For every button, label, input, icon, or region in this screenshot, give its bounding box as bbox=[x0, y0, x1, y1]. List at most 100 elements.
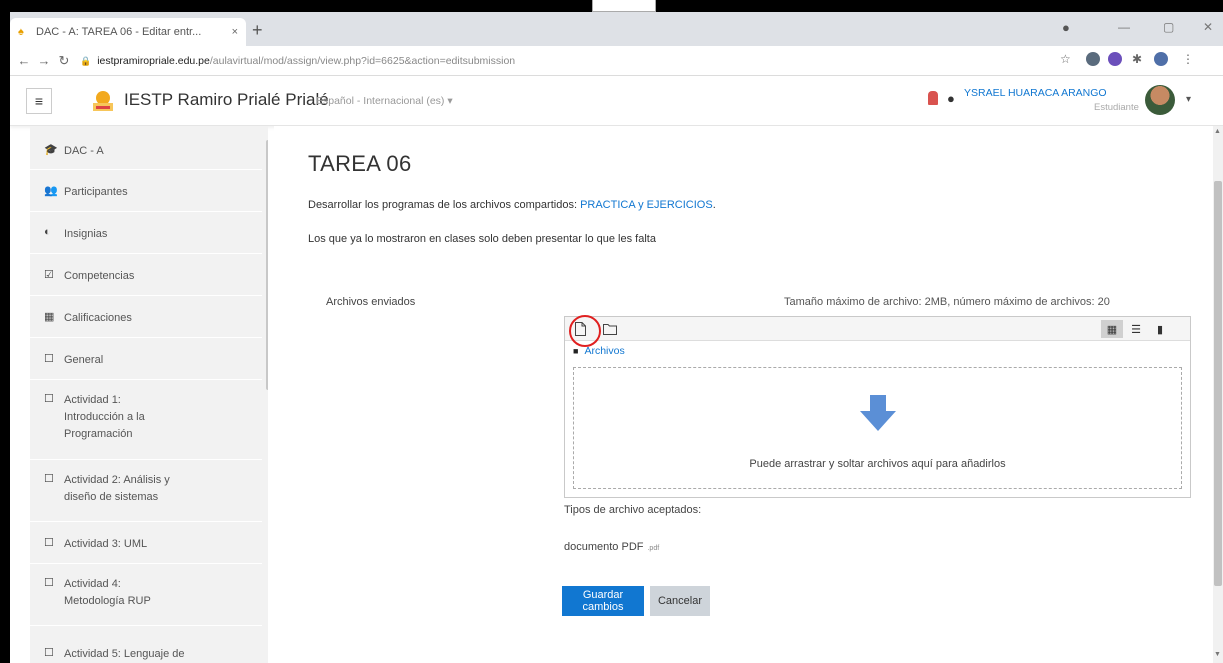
folder-icon: ☐ bbox=[44, 577, 54, 589]
tab-close-icon[interactable]: × bbox=[232, 26, 238, 38]
add-file-button[interactable] bbox=[569, 315, 601, 347]
drawer-item-activity-3[interactable]: ☐ Actividad 3: UML bbox=[30, 522, 262, 564]
drawer-item-general[interactable]: ☐ General bbox=[30, 338, 262, 380]
address-row: ← → ↻ 🔒 iestpramiropriale.edu.pe /aulavi… bbox=[10, 46, 1223, 76]
language-selector[interactable]: Español - Internacional (es) ▾ bbox=[316, 95, 453, 107]
tree-view-button[interactable]: ▮ bbox=[1149, 320, 1171, 338]
create-folder-button[interactable] bbox=[601, 320, 619, 338]
save-changes-button[interactable]: Guardar cambios bbox=[562, 586, 644, 616]
drawer-item-activity-1[interactable]: ☐ Actividad 1: Introducción a la Program… bbox=[30, 380, 262, 460]
folder-icon: ■ bbox=[573, 346, 579, 356]
assignment-description: Desarrollar los programas de los archivo… bbox=[308, 199, 716, 211]
notification-bell-icon[interactable] bbox=[928, 91, 938, 105]
puzzle-icon[interactable]: ✱ bbox=[1132, 52, 1142, 66]
site-logo[interactable] bbox=[90, 87, 116, 113]
drawer-item-label: Insignias bbox=[64, 228, 108, 240]
close-window-button[interactable]: ✕ bbox=[1203, 20, 1213, 34]
drop-zone-text: Puede arrastrar y soltar archivos aquí p… bbox=[749, 458, 1006, 470]
drawer-item-label: Actividad 1: Introducción a la Programac… bbox=[64, 394, 145, 440]
folder-breadcrumb: ■ Archivos bbox=[573, 345, 625, 357]
browser-window: ♠ DAC - A: TAREA 06 - Editar entr... × +… bbox=[10, 12, 1223, 663]
graduation-cap-icon: 🎓 bbox=[44, 144, 58, 156]
drawer-item-competencies[interactable]: ☑ Competencias bbox=[30, 254, 262, 296]
course-drawer: 🎓 DAC - A 👥 Participantes ◐ Insignias ☑ … bbox=[30, 126, 268, 663]
browser-tab-bar: ♠ DAC - A: TAREA 06 - Editar entr... × +… bbox=[10, 12, 1223, 46]
page-scrollbar[interactable]: ▲ ▼ bbox=[1213, 126, 1223, 663]
drawer-item-activity-4[interactable]: ☐ Actividad 4: Metodología RUP bbox=[30, 564, 262, 626]
record-icon[interactable]: ● bbox=[1062, 20, 1070, 35]
drawer-item-label: Competencias bbox=[64, 270, 135, 282]
file-manager: ▦ ☰ ▮ ■ Archivos Puede arrastrar y soltar… bbox=[564, 315, 1191, 498]
browser-menu-icon[interactable]: ⋮ bbox=[1182, 52, 1194, 66]
folder-icon: ☐ bbox=[44, 537, 54, 549]
drop-zone[interactable]: Puede arrastrar y soltar archivos aquí p… bbox=[573, 367, 1182, 489]
cancel-button[interactable]: Cancelar bbox=[650, 586, 710, 616]
scrollbar-thumb[interactable] bbox=[1214, 181, 1222, 586]
list-view-button[interactable]: ☰ bbox=[1125, 320, 1147, 338]
drawer-item-grades[interactable]: ▦ Calificaciones bbox=[30, 296, 262, 338]
drawer-item-badges[interactable]: ◐ Insignias bbox=[30, 212, 262, 254]
table-icon: ▦ bbox=[44, 311, 55, 323]
scroll-down-icon[interactable]: ▼ bbox=[1214, 651, 1221, 658]
scroll-up-icon[interactable]: ▲ bbox=[1214, 128, 1221, 135]
drawer-item-label: Participantes bbox=[64, 186, 128, 198]
description-text: Desarrollar los programas de los archivo… bbox=[308, 199, 581, 211]
top-edge-box bbox=[592, 0, 656, 12]
drawer-item-label: Actividad 5: Lenguaje de bbox=[64, 648, 185, 660]
file-type-extension: .pdf bbox=[647, 545, 660, 552]
menu-toggle-icon[interactable]: ≡ bbox=[26, 88, 52, 114]
shared-files-link[interactable]: PRACTICA y EJERCICIOS bbox=[580, 199, 713, 211]
forward-icon[interactable]: → bbox=[34, 53, 54, 68]
folder-icon: ☐ bbox=[44, 393, 54, 405]
folder-icon bbox=[603, 324, 617, 335]
drawer-item-activity-5[interactable]: ☐ Actividad 5: Lenguaje de bbox=[30, 626, 262, 663]
site-name[interactable]: IESTP Ramiro Prialé Prialé bbox=[124, 90, 329, 110]
description-period: . bbox=[712, 199, 716, 211]
submitted-files-label: Archivos enviados bbox=[326, 296, 416, 308]
user-name[interactable]: YSRAEL HUARACA ARANGO bbox=[964, 87, 1107, 99]
profile-icon[interactable] bbox=[1154, 52, 1168, 66]
folder-icon: ☐ bbox=[44, 473, 54, 485]
site-navbar: ≡ IESTP Ramiro Prialé Prialé Español - I… bbox=[10, 76, 1223, 126]
new-tab-button[interactable]: + bbox=[252, 21, 263, 39]
drawer-scrollbar[interactable] bbox=[266, 140, 268, 390]
drawer-item-label: Actividad 4: Metodología RUP bbox=[64, 578, 151, 607]
moodle-favicon-icon: ♠ bbox=[18, 26, 24, 38]
icon-view-button[interactable]: ▦ bbox=[1101, 320, 1123, 338]
star-icon[interactable]: ☆ bbox=[1060, 52, 1071, 66]
folder-path-link[interactable]: Archivos bbox=[584, 345, 624, 357]
minimize-button[interactable]: — bbox=[1118, 20, 1130, 34]
address-bar[interactable]: 🔒 iestpramiropriale.edu.pe /aulavirtual/… bbox=[80, 50, 1060, 72]
shield-icon: ◐ bbox=[44, 226, 51, 238]
drawer-item-participants[interactable]: 👥 Participantes bbox=[30, 170, 262, 212]
reload-icon[interactable]: ↻ bbox=[54, 53, 74, 69]
down-arrow-icon bbox=[860, 395, 896, 431]
messages-icon[interactable]: ● bbox=[947, 91, 955, 106]
url-host: iestpramiropriale.edu.pe bbox=[97, 55, 210, 67]
users-icon: 👥 bbox=[44, 185, 58, 197]
url-path: /aulavirtual/mod/assign/view.php?id=6625… bbox=[209, 55, 516, 67]
extension-icon-2[interactable] bbox=[1108, 52, 1122, 66]
drawer-item-activity-2[interactable]: ☐ Actividad 2: Análisis y diseño de sist… bbox=[30, 460, 262, 522]
drawer-item-label: General bbox=[64, 354, 104, 366]
page-title: TAREA 06 bbox=[308, 151, 412, 176]
assignment-note: Los que ya lo mostraron en clases solo d… bbox=[308, 233, 656, 245]
tab-title: DAC - A: TAREA 06 - Editar entr... bbox=[36, 26, 202, 38]
file-manager-toolbar: ▦ ☰ ▮ bbox=[565, 315, 1190, 347]
drawer-item-label: Actividad 3: UML bbox=[64, 538, 148, 550]
browser-tab[interactable]: ♠ DAC - A: TAREA 06 - Editar entr... × bbox=[10, 18, 246, 46]
folder-icon: ☐ bbox=[44, 647, 54, 659]
file-type-name: documento PDF bbox=[564, 541, 644, 553]
extension-icon[interactable] bbox=[1086, 52, 1100, 66]
drawer-item-course[interactable]: 🎓 DAC - A bbox=[30, 126, 262, 170]
max-file-info: Tamaño máximo de archivo: 2MB, número má… bbox=[784, 296, 1110, 308]
checkbox-icon: ☑ bbox=[44, 269, 54, 281]
accepted-file-type: documento PDF .pdf bbox=[564, 541, 659, 553]
back-icon[interactable]: ← bbox=[14, 53, 34, 68]
drawer-item-label: Calificaciones bbox=[64, 312, 132, 324]
highlight-circle bbox=[569, 315, 601, 347]
avatar[interactable] bbox=[1145, 85, 1175, 115]
maximize-button[interactable]: ▢ bbox=[1163, 20, 1174, 34]
user-menu-caret-icon[interactable]: ▾ bbox=[1186, 94, 1191, 105]
folder-icon: ☐ bbox=[44, 353, 54, 365]
